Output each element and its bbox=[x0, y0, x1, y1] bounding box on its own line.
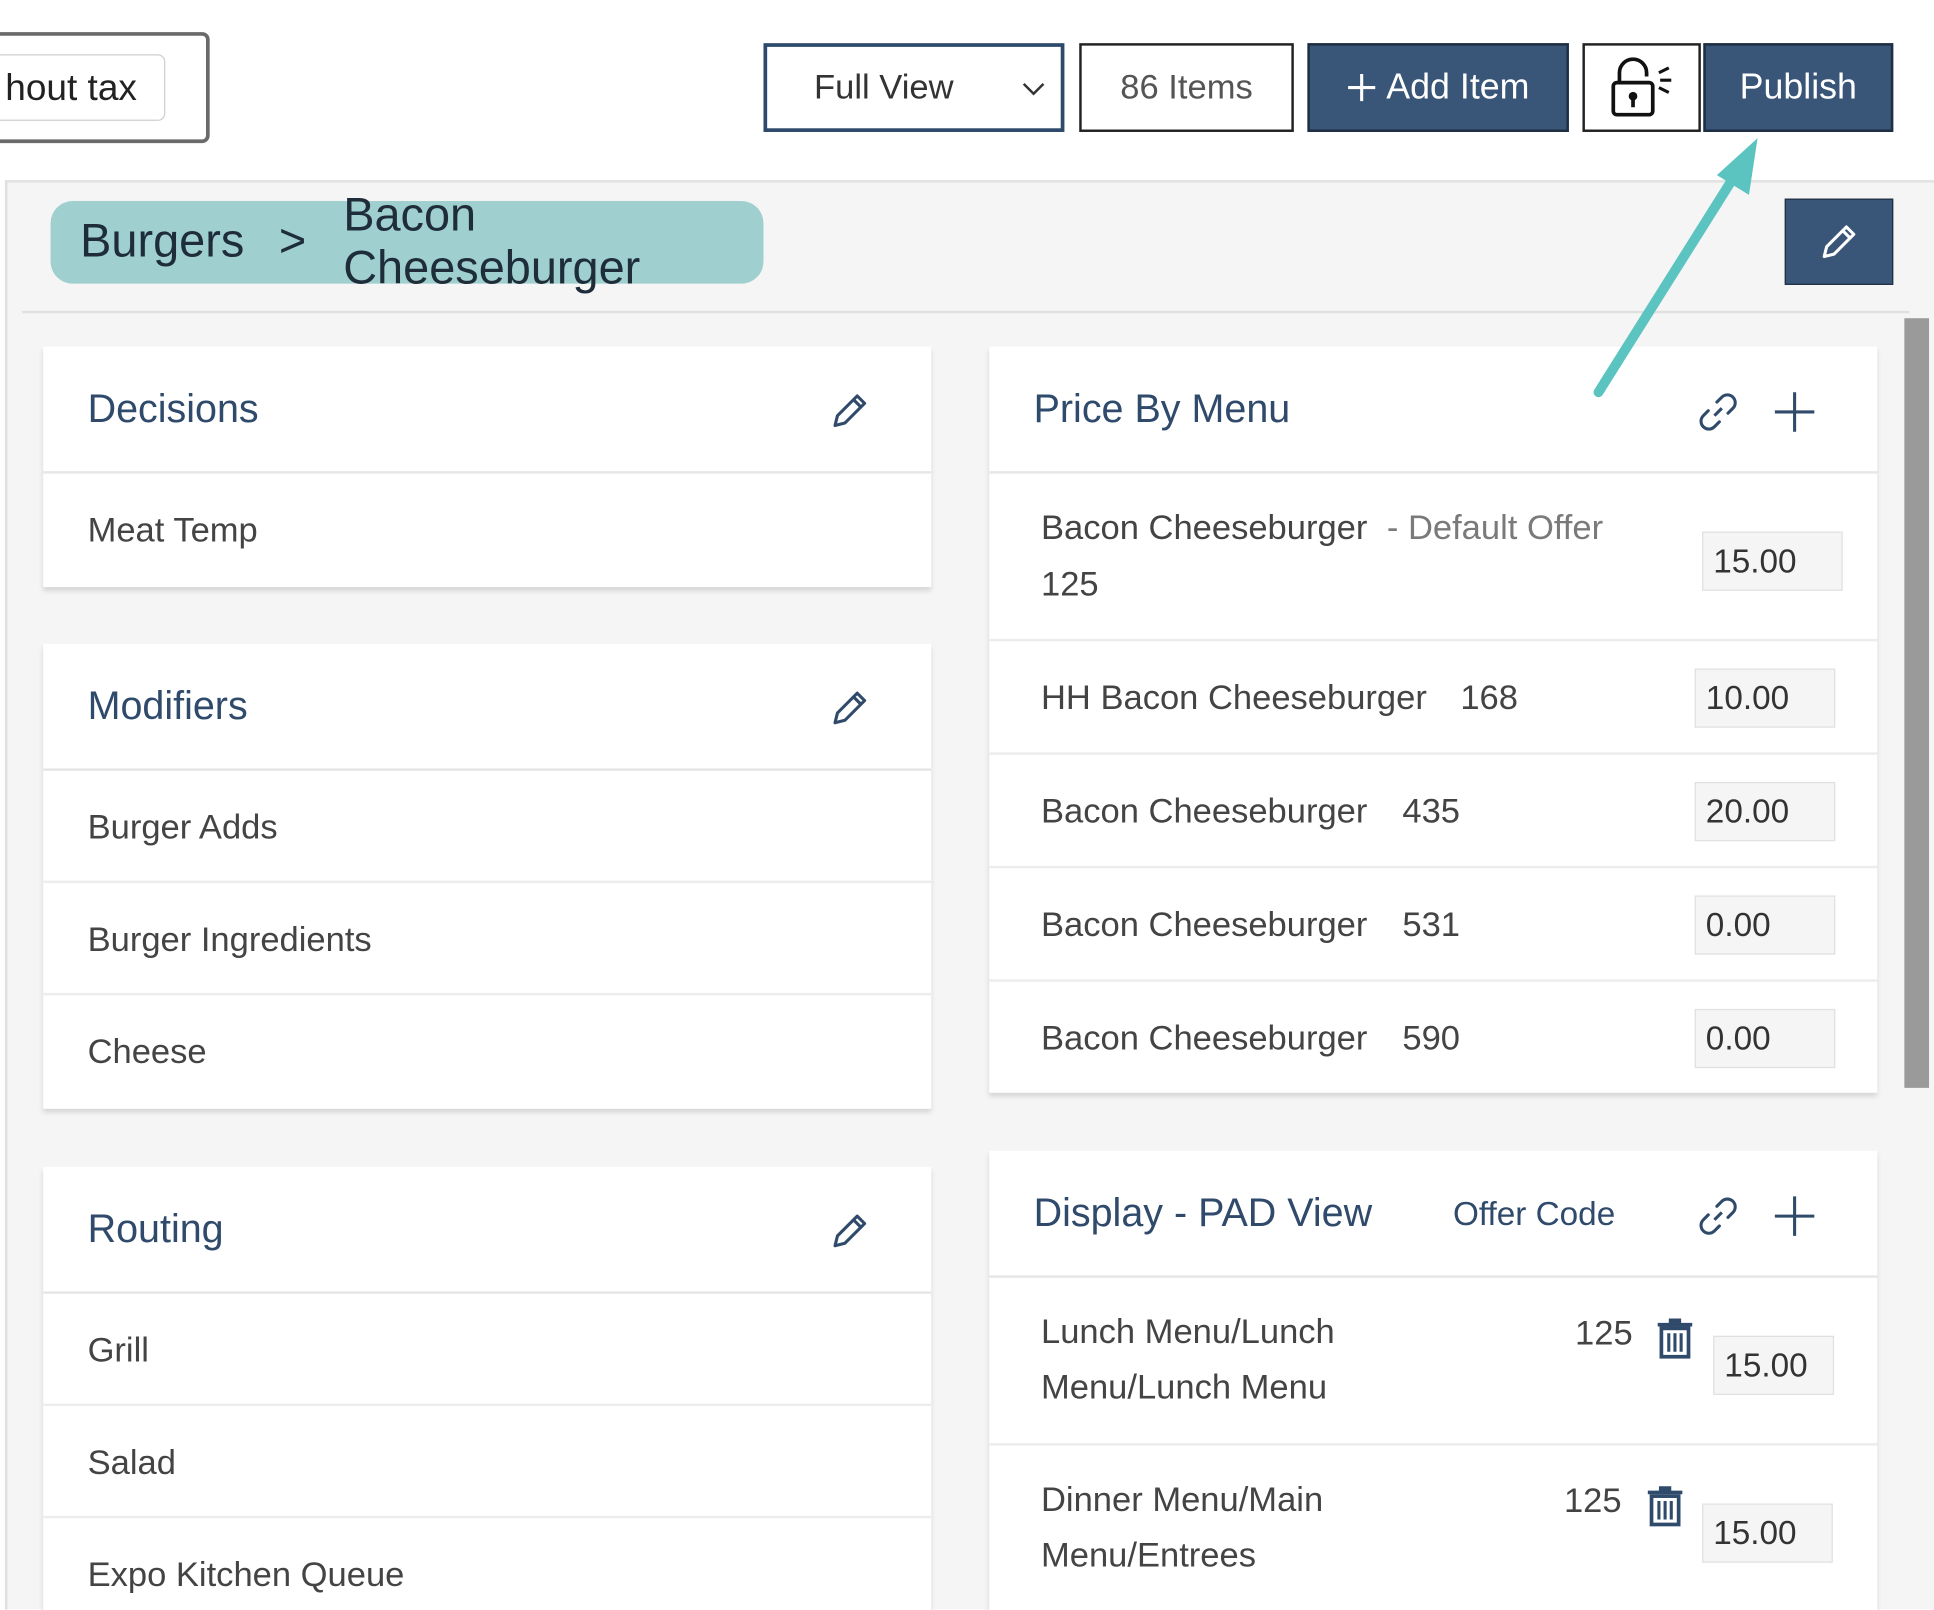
decisions-card: Decisions Meat Temp bbox=[43, 346, 932, 588]
plus-icon[interactable] bbox=[1774, 1195, 1816, 1237]
list-item[interactable]: Grill bbox=[43, 1294, 932, 1407]
trash-icon[interactable] bbox=[1645, 1485, 1684, 1527]
pencil-icon[interactable] bbox=[829, 1210, 871, 1252]
unlock-icon bbox=[1611, 57, 1672, 117]
menu-item-name: HH Bacon Cheeseburger bbox=[1040, 678, 1427, 717]
display-pad-title: Display - PAD View bbox=[1033, 1190, 1373, 1235]
publish-button[interactable]: Publish bbox=[1703, 43, 1894, 132]
breadcrumb-separator: > bbox=[278, 215, 307, 268]
list-item[interactable]: Burger Adds bbox=[43, 771, 932, 884]
price-by-menu-card: Price By Menu Bacon Cheeseburger - Defau… bbox=[989, 346, 1878, 1095]
display-pad-card: Display - PAD View Offer Code Lunch Menu… bbox=[989, 1150, 1878, 1610]
modifiers-card: Modifiers Burger Adds Burger Ingredients… bbox=[43, 643, 932, 1109]
menu-item-name: Bacon Cheeseburger bbox=[1040, 1018, 1368, 1058]
modifiers-title: Modifiers bbox=[87, 683, 248, 728]
table-row: Dinner Menu/Main Menu/Entrees 125 15.00 bbox=[989, 1446, 1877, 1610]
table-row: Bacon Cheeseburger 590 0.00 bbox=[989, 982, 1877, 1095]
default-offer-tag: - Default Offer bbox=[1386, 508, 1604, 547]
display-pad-header: Display - PAD View Offer Code bbox=[989, 1151, 1878, 1278]
price-input[interactable]: 10.00 bbox=[1694, 668, 1836, 728]
list-item[interactable]: Expo Kitchen Queue bbox=[43, 1518, 931, 1609]
offer-code: 125 bbox=[1563, 1481, 1622, 1520]
breadcrumb-current: Bacon Cheeseburger bbox=[343, 189, 641, 295]
menu-item-name: Bacon Cheeseburger bbox=[1040, 791, 1368, 831]
table-row: HH Bacon Cheeseburger 168 10.00 bbox=[989, 641, 1878, 755]
list-item[interactable]: Salad bbox=[43, 1406, 932, 1519]
tax-toggle-button[interactable]: hout tax bbox=[0, 54, 166, 121]
price-input[interactable]: 20.00 bbox=[1694, 781, 1836, 842]
app-root: hout tax Full View 86 Items Add Item Pub… bbox=[0, 0, 1934, 1610]
menu-item-name: Bacon Cheeseburger bbox=[1040, 508, 1368, 547]
menu-path-line-1: Dinner Menu/Main bbox=[1040, 1480, 1324, 1519]
pencil-icon[interactable] bbox=[829, 687, 871, 729]
breadcrumb: Burgers > Bacon Cheeseburger bbox=[50, 189, 764, 294]
price-input[interactable]: 15.00 bbox=[1702, 1503, 1833, 1563]
table-row: Bacon Cheeseburger 531 0.00 bbox=[989, 868, 1878, 982]
add-item-label: Add Item bbox=[1386, 67, 1530, 107]
link-icon[interactable] bbox=[1696, 1194, 1740, 1238]
scrollbar-thumb[interactable] bbox=[1904, 318, 1930, 1088]
menu-item-name: Bacon Cheeseburger bbox=[1040, 905, 1368, 944]
chevron-down-icon bbox=[1022, 82, 1045, 96]
menu-code: 531 bbox=[1402, 905, 1460, 944]
menu-code: 590 bbox=[1402, 1018, 1460, 1058]
pencil-icon[interactable] bbox=[829, 390, 871, 432]
decisions-card-header: Decisions bbox=[43, 347, 932, 474]
trash-icon[interactable] bbox=[1655, 1317, 1694, 1359]
table-row: Bacon Cheeseburger 435 20.00 bbox=[989, 755, 1878, 869]
offer-code-label[interactable]: Offer Code bbox=[1453, 1195, 1615, 1233]
menu-path-line-1: Lunch Menu/Lunch bbox=[1040, 1312, 1335, 1351]
menu-code: 435 bbox=[1402, 791, 1460, 831]
price-row-name-line: Bacon Cheeseburger - Default Offer bbox=[1041, 508, 1603, 547]
menu-code: 168 bbox=[1460, 678, 1518, 717]
price-by-menu-title: Price By Menu bbox=[1033, 386, 1291, 431]
routing-title: Routing bbox=[87, 1206, 224, 1251]
list-item[interactable]: Meat Temp bbox=[43, 474, 931, 586]
plus-icon bbox=[1348, 74, 1376, 102]
decisions-title: Decisions bbox=[87, 386, 259, 431]
price-input[interactable]: 15.00 bbox=[1702, 531, 1843, 591]
modifiers-card-header: Modifiers bbox=[43, 644, 932, 771]
add-item-button[interactable]: Add Item bbox=[1307, 43, 1569, 132]
price-input[interactable]: 0.00 bbox=[1694, 1008, 1836, 1069]
table-row: Lunch Menu/Lunch Menu/Lunch Menu 125 15.… bbox=[989, 1278, 1878, 1446]
offer-code: 125 bbox=[1575, 1313, 1633, 1352]
table-row: Bacon Cheeseburger - Default Offer 125 1… bbox=[989, 474, 1878, 642]
annotation-arrow-icon bbox=[1593, 138, 1758, 398]
price-input[interactable]: 15.00 bbox=[1713, 1335, 1835, 1395]
list-item[interactable]: Cheese bbox=[43, 995, 931, 1107]
lock-button[interactable] bbox=[1582, 43, 1701, 132]
menu-code: 125 bbox=[1040, 564, 1099, 604]
pencil-icon bbox=[1822, 225, 1856, 259]
item-count-badge: 86 Items bbox=[1079, 43, 1294, 132]
edit-item-button[interactable] bbox=[1784, 198, 1894, 285]
routing-card: Routing Grill Salad Expo Kitchen Queue bbox=[43, 1166, 932, 1610]
price-input[interactable]: 0.00 bbox=[1694, 895, 1836, 955]
view-select[interactable]: Full View bbox=[763, 43, 1065, 132]
breadcrumb-parent[interactable]: Burgers bbox=[80, 216, 244, 269]
view-select-value: Full View bbox=[814, 67, 954, 107]
routing-card-header: Routing bbox=[43, 1167, 932, 1294]
menu-path-line-2: Menu/Entrees bbox=[1040, 1535, 1257, 1574]
menu-path-line-2: Menu/Lunch Menu bbox=[1040, 1367, 1328, 1407]
list-item[interactable]: Burger Ingredients bbox=[43, 883, 932, 996]
